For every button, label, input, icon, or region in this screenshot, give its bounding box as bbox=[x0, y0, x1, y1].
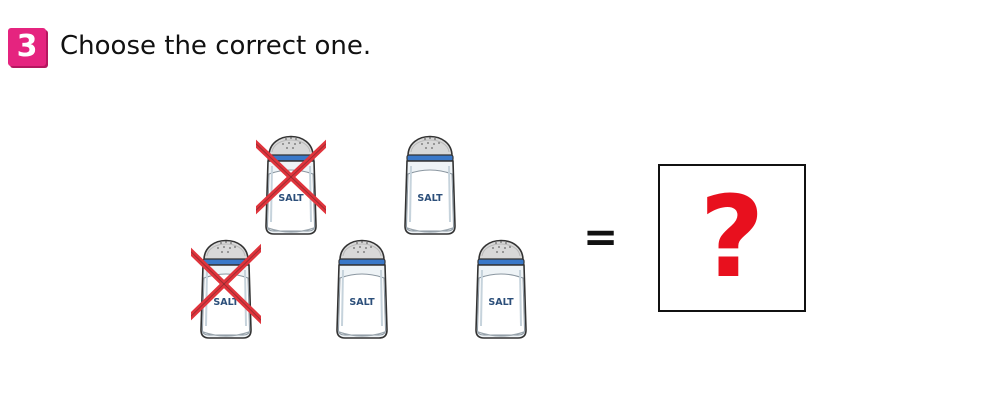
salt-shaker-1[interactable]: SALT bbox=[256, 122, 326, 242]
salt-shaker-2[interactable]: SALT bbox=[395, 122, 465, 242]
salt-shaker-4[interactable]: SALT bbox=[327, 226, 397, 346]
question-number-badge: 3 bbox=[8, 28, 46, 66]
salt-shaker-5[interactable]: SALT bbox=[466, 226, 536, 346]
shaker-label: SALT bbox=[488, 297, 514, 308]
question-prompt: Choose the correct one. bbox=[60, 31, 372, 61]
equals-sign: = bbox=[583, 212, 619, 261]
question-mark-icon: ? bbox=[699, 173, 765, 303]
salt-shaker-3[interactable]: SALT bbox=[191, 226, 261, 346]
shaker-label: SALT bbox=[278, 193, 304, 204]
shaker-label: SALT bbox=[417, 193, 443, 204]
answer-box[interactable]: ? bbox=[658, 164, 806, 312]
shaker-label: SALT bbox=[349, 297, 375, 308]
